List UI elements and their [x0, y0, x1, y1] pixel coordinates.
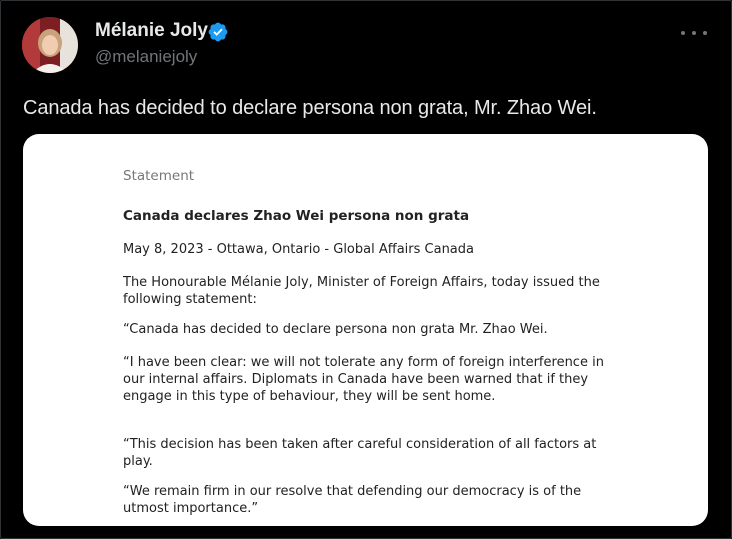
- statement-paragraph: The Honourable Mélanie Joly, Minister of…: [123, 275, 600, 307]
- statement-paragraph: “I have been clear: we will not tolerate…: [123, 355, 604, 404]
- statement-title: Canada declares Zhao Wei persona non gra…: [123, 208, 470, 224]
- more-options-icon[interactable]: [681, 25, 707, 41]
- tweet-container: Mélanie Joly @melaniejoly Canada has dec…: [0, 0, 732, 539]
- statement-paragraph: “Canada has decided to declare persona n…: [123, 322, 548, 337]
- attached-statement-image[interactable]: Statement Canada declares Zhao Wei perso…: [23, 134, 708, 526]
- statement-paragraph: “This decision has been taken after care…: [123, 437, 597, 469]
- avatar[interactable]: [22, 17, 78, 73]
- statement-paragraph: “We remain firm in our resolve that defe…: [123, 484, 582, 516]
- verified-badge-icon: [208, 22, 228, 42]
- statement-dateline: May 8, 2023 - Ottawa, Ontario - Global A…: [123, 242, 474, 257]
- author-name[interactable]: Mélanie Joly: [95, 20, 208, 42]
- tweet-text: Canada has decided to declare persona no…: [23, 97, 597, 119]
- statement-label: Statement: [123, 168, 195, 184]
- author-handle[interactable]: @melaniejoly: [95, 47, 197, 67]
